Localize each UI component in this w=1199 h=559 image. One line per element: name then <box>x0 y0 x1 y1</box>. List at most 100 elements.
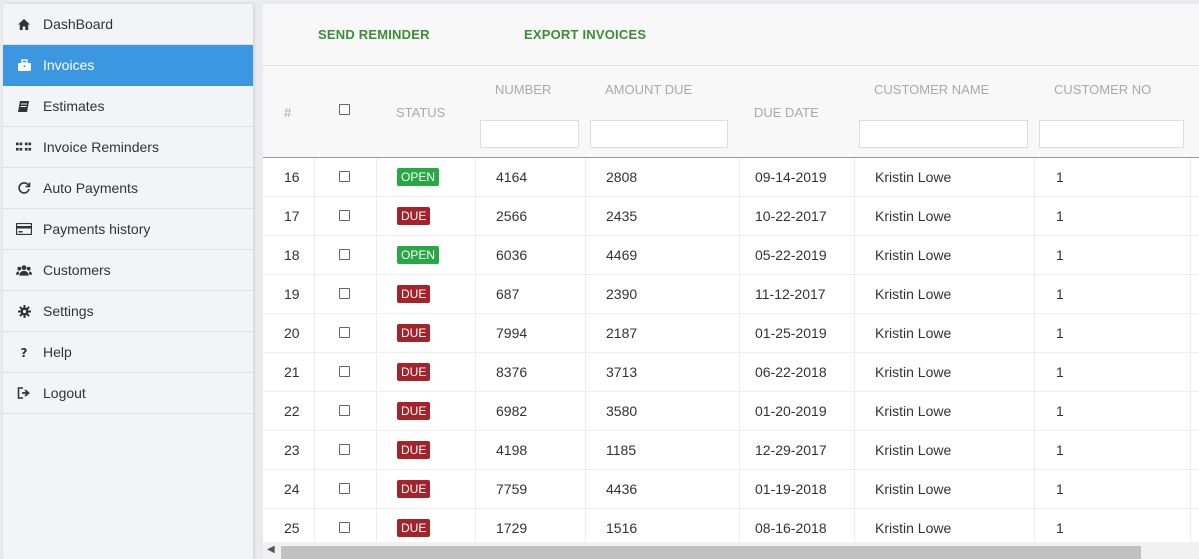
header-amount-due[interactable]: AMOUNT DUE <box>605 82 692 97</box>
row-checkbox[interactable] <box>339 288 350 299</box>
column-divider <box>314 353 315 391</box>
row-checkbox[interactable] <box>339 444 350 455</box>
row-checkbox[interactable] <box>339 210 350 221</box>
sidebar-item-help[interactable]: ? Help <box>3 332 253 373</box>
row-index: 23 <box>284 442 300 458</box>
sidebar-item-invoices[interactable]: Invoices <box>3 45 253 86</box>
table-row[interactable]: 22 DUE 6982 3580 01-20-2019 Kristin Lowe 1 <box>263 392 1199 431</box>
status-badge: DUE <box>397 519 431 537</box>
header-customer-no[interactable]: CUSTOMER NO <box>1054 82 1151 97</box>
invoice-number: 4164 <box>496 169 528 185</box>
sidebar-item-logout[interactable]: Logout <box>3 373 253 414</box>
status-cell: DUE <box>397 470 431 508</box>
column-divider <box>854 275 855 313</box>
column-divider <box>854 470 855 508</box>
amount-due: 4436 <box>606 481 638 497</box>
sidebar-item-payments-history[interactable]: Payments history <box>3 209 253 250</box>
status-cell: OPEN <box>397 158 440 196</box>
row-checkbox[interactable] <box>339 483 350 494</box>
customer-name-filter-input[interactable] <box>859 120 1028 148</box>
row-checkbox[interactable] <box>339 249 350 260</box>
scrollbar-thumb[interactable] <box>281 546 1141 559</box>
row-index: 19 <box>284 286 300 302</box>
status-cell: DUE <box>397 353 431 391</box>
number-filter-input[interactable] <box>480 120 579 148</box>
sidebar-item-invoice-reminders[interactable]: Invoice Reminders <box>3 127 253 168</box>
table-row[interactable]: 18 OPEN 6036 4469 05-22-2019 Kristin Lowe 1 <box>263 236 1199 275</box>
column-divider <box>314 197 315 235</box>
book-icon <box>16 98 32 114</box>
sidebar-item-label: Auto Payments <box>43 180 138 196</box>
due-date: 12-29-2017 <box>755 442 827 458</box>
customer-no: 1 <box>1056 481 1064 497</box>
column-divider <box>739 236 740 274</box>
column-divider <box>854 197 855 235</box>
sidebar-item-dashboard[interactable]: DashBoard <box>3 4 253 45</box>
table-row[interactable]: 16 OPEN 4164 2808 09-14-2019 Kristin Lowe 1 <box>263 158 1199 197</box>
sidebar-item-auto-payments[interactable]: Auto Payments <box>3 168 253 209</box>
customer-no: 1 <box>1056 286 1064 302</box>
table-row[interactable]: 24 DUE 7759 4436 01-19-2018 Kristin Lowe 1 <box>263 470 1199 509</box>
column-divider <box>739 314 740 352</box>
status-cell: DUE <box>397 431 431 469</box>
status-badge: DUE <box>397 441 431 459</box>
toolbar: SEND REMINDER EXPORT INVOICES <box>263 4 1199 66</box>
sidebar-item-customers[interactable]: Customers <box>3 250 253 291</box>
invoice-number: 7759 <box>496 481 528 497</box>
header-customer-name[interactable]: CUSTOMER NAME <box>874 82 989 97</box>
header-status[interactable]: STATUS <box>396 105 445 120</box>
export-invoices-button[interactable]: EXPORT INVOICES <box>524 4 646 65</box>
scroll-left-icon[interactable]: ◀ <box>267 544 275 555</box>
header-due-date[interactable]: DUE DATE <box>754 105 819 120</box>
due-date: 01-25-2019 <box>755 325 827 341</box>
customer-name: Kristin Lowe <box>875 442 952 458</box>
header-number[interactable]: NUMBER <box>495 82 551 97</box>
amount-due-filter-input[interactable] <box>590 120 728 148</box>
row-checkbox[interactable] <box>339 171 350 182</box>
customer-name: Kristin Lowe <box>875 169 952 185</box>
column-divider <box>585 314 586 352</box>
column-divider <box>376 275 377 313</box>
table-row[interactable]: 19 DUE 687 2390 11-12-2017 Kristin Lowe 1 <box>263 275 1199 314</box>
row-checkbox[interactable] <box>339 405 350 416</box>
row-checkbox[interactable] <box>339 327 350 338</box>
table-row[interactable]: 21 DUE 8376 3713 06-22-2018 Kristin Lowe 1 <box>263 353 1199 392</box>
column-divider <box>1190 158 1191 196</box>
horizontal-scrollbar[interactable]: ◀ <box>263 542 1199 559</box>
send-reminder-button[interactable]: SEND REMINDER <box>318 4 430 65</box>
invoice-number: 7994 <box>496 325 528 341</box>
amount-due: 4469 <box>606 247 638 263</box>
amount-due: 2187 <box>606 325 638 341</box>
row-checkbox[interactable] <box>339 366 350 377</box>
due-date: 06-22-2018 <box>755 364 827 380</box>
row-index: 24 <box>284 481 300 497</box>
column-divider <box>314 470 315 508</box>
status-cell: DUE <box>397 275 431 313</box>
sidebar-item-label: Customers <box>43 262 111 278</box>
column-divider <box>475 470 476 508</box>
column-divider <box>739 470 740 508</box>
row-checkbox[interactable] <box>339 522 350 533</box>
table-row[interactable]: 17 DUE 2566 2435 10-22-2017 Kristin Lowe 1 <box>263 197 1199 236</box>
sidebar-item-label: Estimates <box>43 98 105 114</box>
status-badge: DUE <box>397 363 431 381</box>
customer-no-filter-input[interactable] <box>1039 120 1184 148</box>
customer-name: Kristin Lowe <box>875 286 952 302</box>
column-divider <box>1034 392 1035 430</box>
table-row[interactable]: 23 DUE 4198 1185 12-29-2017 Kristin Lowe 1 <box>263 431 1199 470</box>
column-divider <box>376 431 377 469</box>
briefcase-icon <box>16 57 32 73</box>
amount-due: 1185 <box>606 442 637 458</box>
column-divider <box>1190 470 1191 508</box>
customer-name: Kristin Lowe <box>875 364 952 380</box>
customer-no: 1 <box>1056 169 1064 185</box>
sidebar-item-settings[interactable]: Settings <box>3 291 253 332</box>
table-header: # STATUS NUMBER AMOUNT DUE DUE DATE CUST… <box>263 66 1199 158</box>
column-divider <box>739 275 740 313</box>
column-divider <box>854 431 855 469</box>
table-row[interactable]: 20 DUE 7994 2187 01-25-2019 Kristin Lowe 1 <box>263 314 1199 353</box>
customer-no: 1 <box>1056 325 1064 341</box>
select-all-checkbox[interactable] <box>339 104 350 115</box>
column-divider <box>314 158 315 196</box>
sidebar-item-estimates[interactable]: Estimates <box>3 86 253 127</box>
